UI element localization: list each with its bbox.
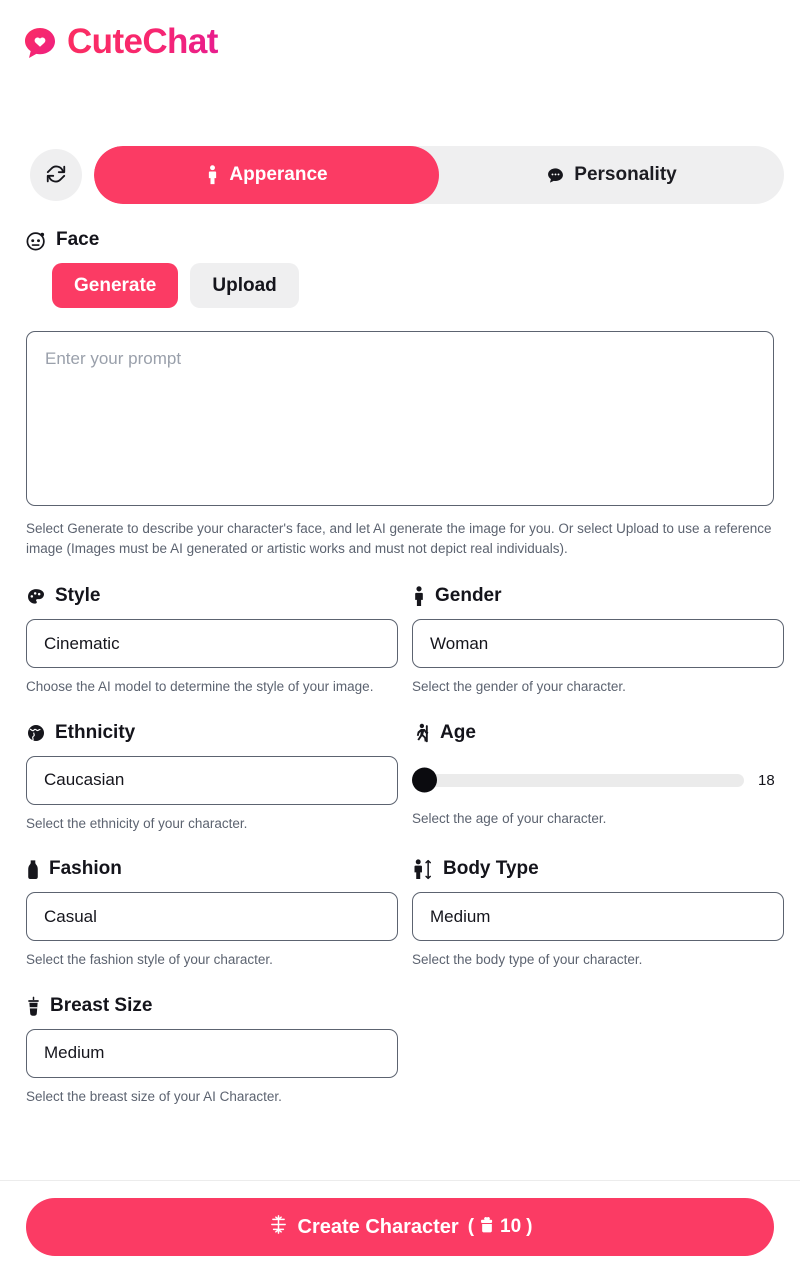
upload-button[interactable]: Upload (190, 263, 299, 308)
cost-paren-open: ( (467, 1216, 475, 1237)
age-value: 18 (758, 771, 775, 789)
create-character-label: Create Character (297, 1215, 459, 1238)
age-slider[interactable] (412, 767, 744, 793)
mode-tabs-row: Apperance Personality (30, 146, 784, 204)
face-icon (26, 230, 47, 251)
tab-personality[interactable]: Personality (439, 146, 784, 204)
breast-size-label: Breast Size (50, 994, 153, 1016)
app-logo[interactable]: CuteChat (0, 0, 800, 72)
body-type-label-row: Body Type (412, 858, 784, 880)
create-character-page: CuteChat Apperance Personality Face Gene… (0, 0, 800, 1273)
age-hint: Select the age of your character. (412, 810, 607, 826)
create-cost: ( 10 ) (468, 1216, 533, 1239)
style-label-row: Style (26, 585, 398, 607)
cost-value: 10 (500, 1216, 522, 1237)
attributes-grid: Style Cinematic Choose the AI model to d… (26, 585, 784, 1107)
mode-tabs: Apperance Personality (94, 146, 784, 204)
tab-apperance-label: Apperance (229, 164, 328, 185)
age-label-row: Age (412, 721, 784, 744)
footer-bar: Create Character ( 10 ) (0, 1180, 800, 1273)
body-measure-icon (412, 859, 434, 880)
prompt-input[interactable] (26, 331, 774, 506)
fashion-value: Casual (44, 906, 97, 926)
ethnicity-label: Ethnicity (55, 721, 136, 743)
age-label: Age (440, 721, 476, 743)
fashion-hint: Select the fashion style of your charact… (26, 952, 273, 968)
chat-bubble-heart-icon (22, 25, 58, 61)
gender-hint: Select the gender of your character. (412, 679, 626, 695)
style-label: Style (55, 585, 101, 607)
face-section: Face Generate Upload (26, 229, 800, 308)
person-icon (412, 586, 426, 607)
body-type-hint: Select the body type of your character. (412, 952, 643, 968)
field-body-type: Body Type Medium Select the body type of… (412, 858, 784, 970)
tab-apperance[interactable]: Apperance (94, 146, 439, 204)
style-select[interactable]: Cinematic (26, 619, 398, 669)
fashion-label-row: Fashion (26, 858, 398, 880)
breast-size-icon (26, 996, 41, 1017)
ethnicity-select[interactable]: Caucasian (26, 755, 398, 805)
field-ethnicity: Ethnicity Caucasian Select the ethnicity… (26, 721, 398, 833)
cost-paren-close: ) (526, 1216, 533, 1237)
dress-icon (26, 859, 40, 880)
style-hint: Choose the AI model to determine the sty… (26, 679, 374, 695)
age-slider-row: 18 (412, 756, 784, 805)
fashion-label: Fashion (49, 858, 122, 880)
generate-button[interactable]: Generate (52, 263, 179, 308)
walking-person-icon (412, 723, 431, 744)
body-type-label: Body Type (443, 858, 539, 880)
field-breast-size: Breast Size Medium Select the breast siz… (26, 994, 398, 1107)
gender-label: Gender (435, 585, 502, 607)
sparkle-icon (268, 1214, 289, 1241)
gender-value: Woman (430, 633, 489, 653)
body-type-value: Medium (430, 906, 491, 926)
tab-personality-label: Personality (574, 164, 677, 185)
ethnicity-hint: Select the ethnicity of your character. (26, 815, 248, 831)
face-label-row: Face (26, 229, 800, 251)
person-icon (205, 165, 220, 185)
ethnicity-value: Caucasian (44, 770, 125, 790)
breast-size-select[interactable]: Medium (26, 1028, 398, 1078)
field-gender: Gender Woman Select the gender of your c… (412, 585, 784, 697)
field-style: Style Cinematic Choose the AI model to d… (26, 585, 398, 697)
create-character-button[interactable]: Create Character ( 10 ) (26, 1198, 774, 1256)
breast-size-hint: Select the breast size of your AI Charac… (26, 1088, 282, 1104)
field-age: Age 18 Select the age of your character. (412, 721, 784, 833)
palette-icon (26, 587, 46, 607)
gender-select[interactable]: Woman (412, 619, 784, 669)
body-type-select[interactable]: Medium (412, 892, 784, 942)
face-mode-buttons: Generate Upload (52, 263, 800, 308)
token-gift-icon (479, 1216, 495, 1239)
face-hint: Select Generate to describe your charact… (26, 521, 772, 556)
field-fashion: Fashion Casual Select the fashion style … (26, 858, 398, 970)
form-content: Face Generate Upload Select Generate to … (0, 229, 800, 1107)
style-value: Cinematic (44, 633, 120, 653)
app-logo-text: CuteChat (67, 21, 218, 61)
breast-size-label-row: Breast Size (26, 994, 398, 1017)
speech-bubble-icon (546, 166, 565, 185)
ethnicity-label-row: Ethnicity (26, 721, 398, 744)
age-slider-thumb[interactable] (412, 767, 437, 793)
face-label: Face (56, 229, 100, 251)
breast-size-value: Medium (44, 1043, 105, 1063)
globe-icon (26, 723, 46, 743)
reset-button[interactable] (30, 149, 82, 201)
refresh-icon (45, 163, 67, 188)
gender-label-row: Gender (412, 585, 784, 607)
fashion-select[interactable]: Casual (26, 892, 398, 942)
